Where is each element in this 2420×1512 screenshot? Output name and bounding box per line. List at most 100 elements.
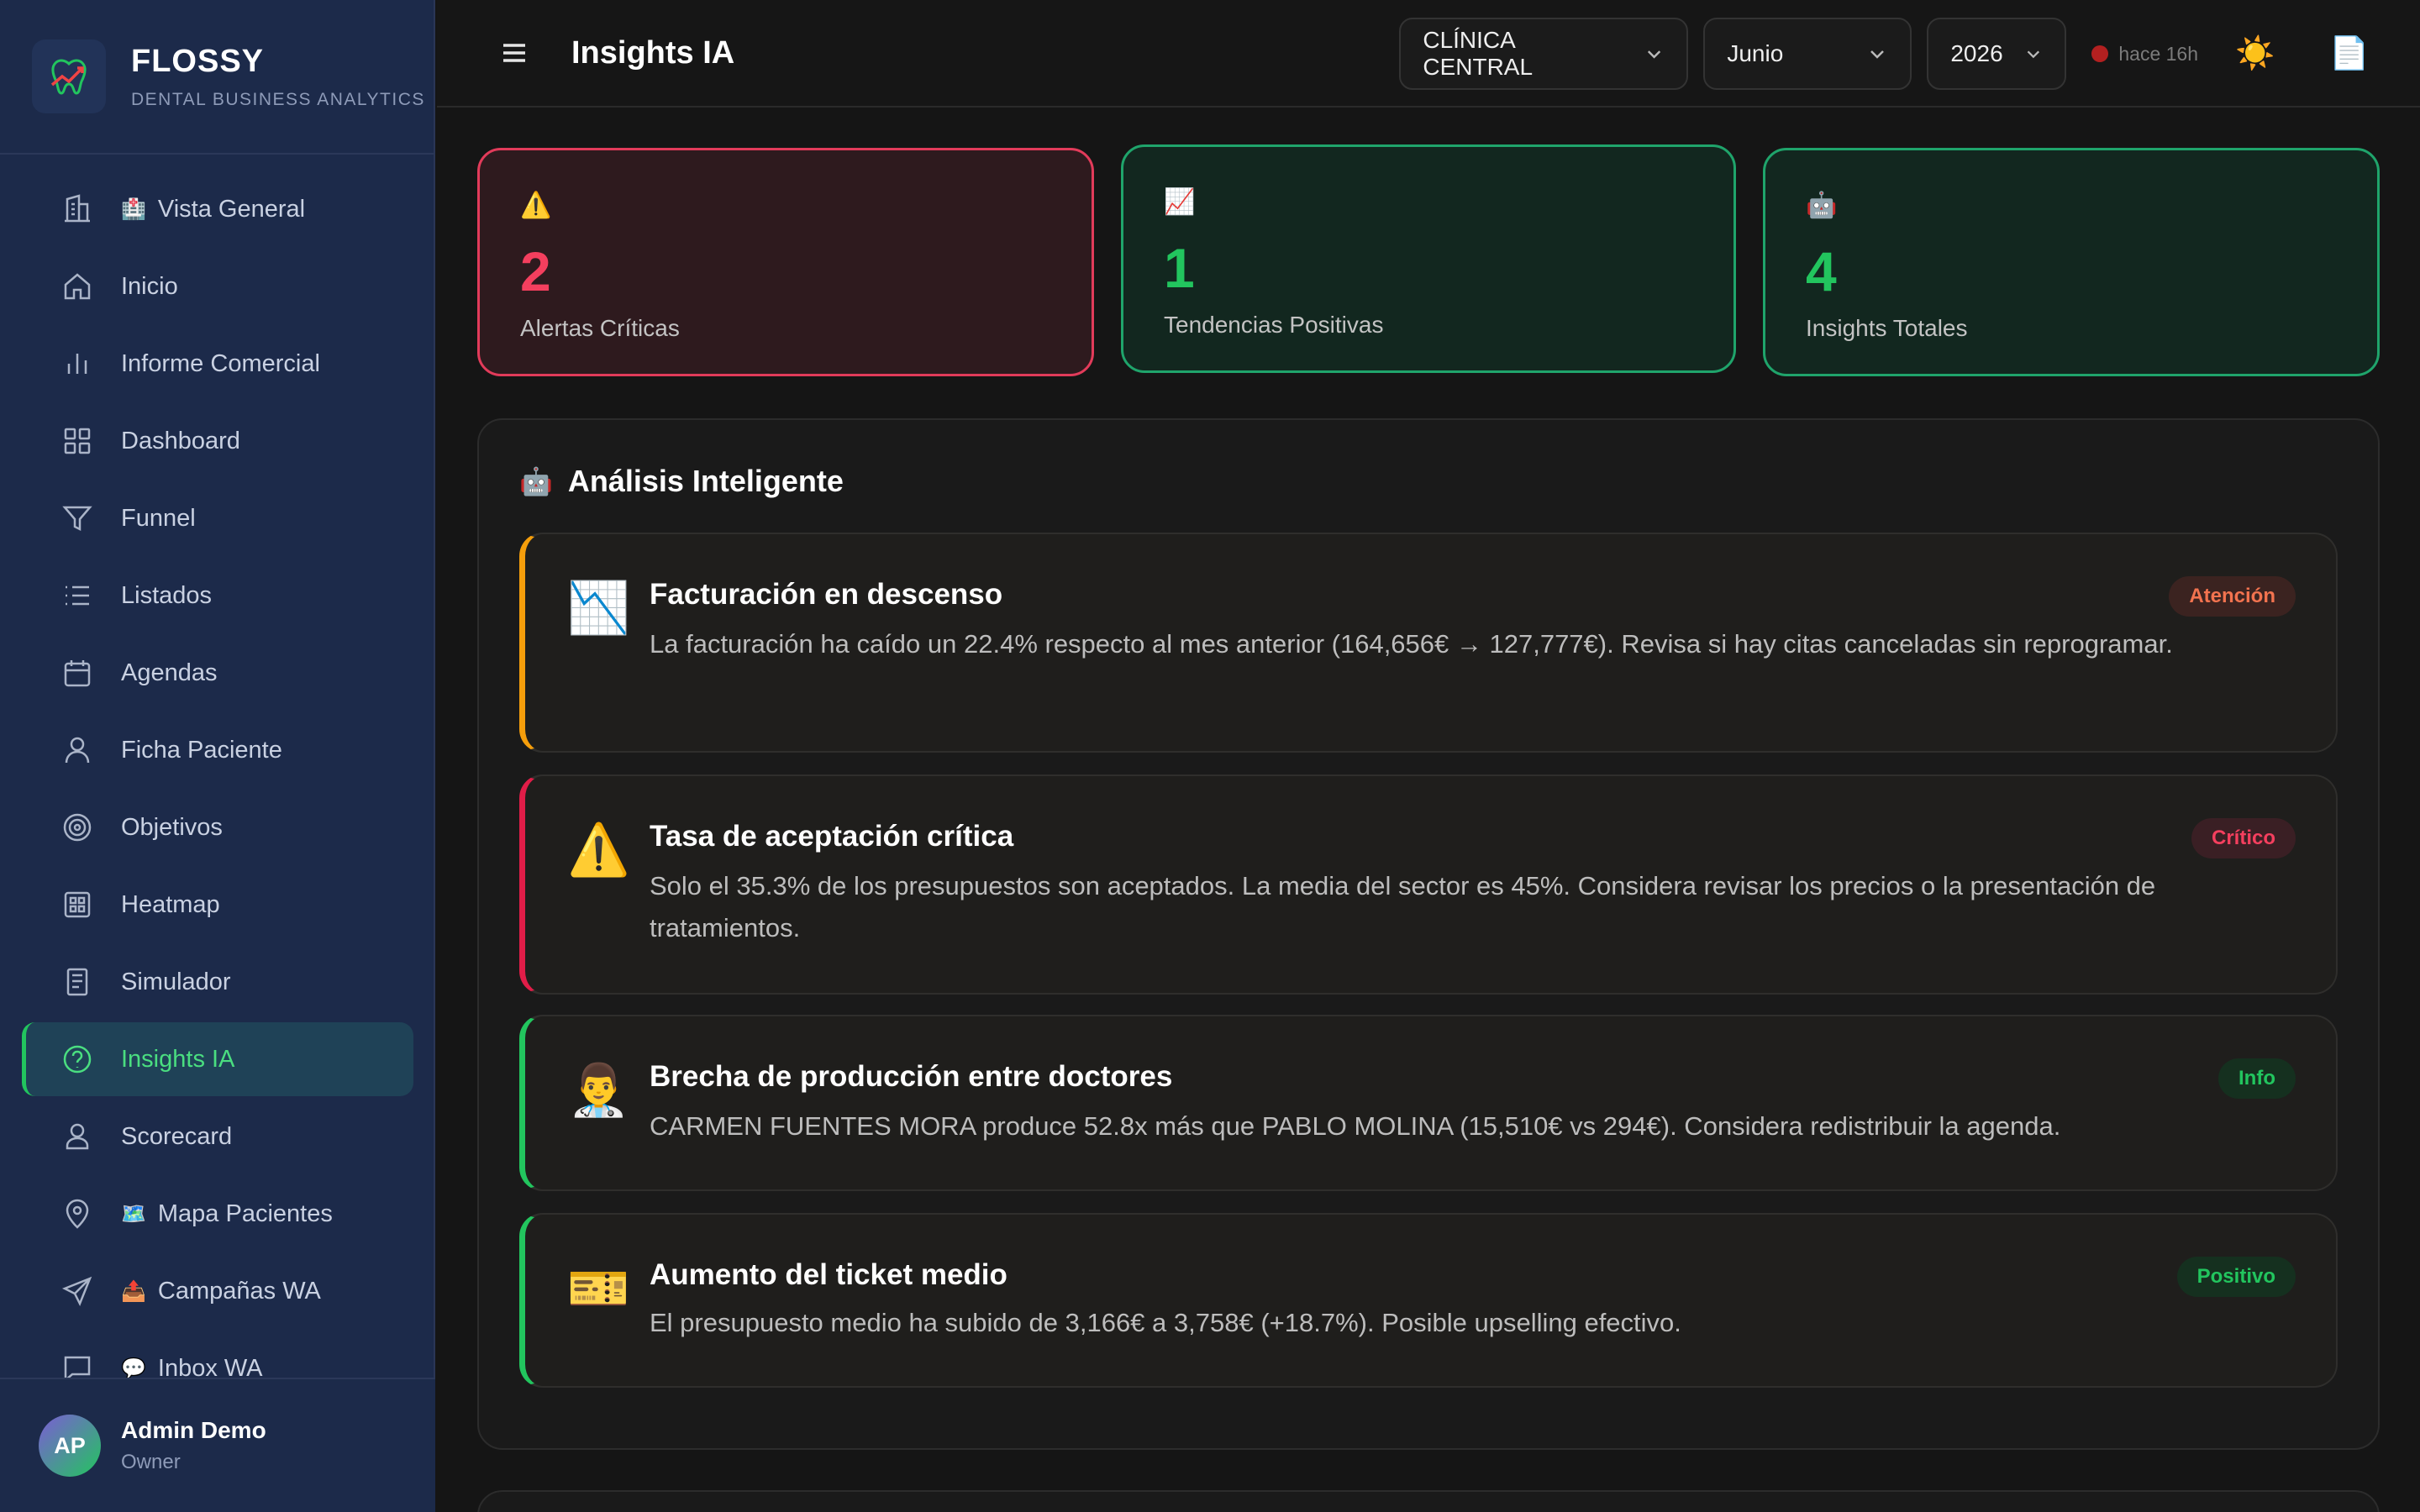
month-select[interactable]: Junio [1703,18,1912,90]
insight-card: 🎫 Aumento del ticket medio El presupuest… [519,1213,2338,1388]
hamburger-menu-icon[interactable] [499,38,529,68]
sidebar-item-insights-ia[interactable]: Insights IA [22,1022,413,1096]
next-panel [477,1490,2380,1512]
sidebar-item-label: Inbox WA [157,1354,263,1378]
message-icon [59,1350,96,1378]
warning-icon: ⚠️ [567,822,630,878]
page-title: Insights IA [571,34,735,71]
map-pin-icon [59,1195,96,1232]
bar-chart-icon [59,345,96,382]
stat-label: Tendencias Positivas [1164,312,1384,338]
year-select[interactable]: 2026 [1927,18,2067,90]
sidebar-item-label: Insights IA [121,1045,235,1073]
calendar-icon [59,654,96,691]
filter-icon [59,500,96,537]
sidebar-item-objetivos[interactable]: Objetivos [22,790,413,864]
sidebar-item-heatmap[interactable]: Heatmap [22,868,413,942]
sidebar-item-label: Agendas [121,659,218,686]
sidebar-item-inicio[interactable]: Inicio [22,249,413,323]
chevron-down-icon [2027,50,2039,59]
stat-card-critical-alerts: ⚠️ 2 Alertas Críticas [477,148,1094,376]
sidebar-item-label: Simulador [121,968,231,995]
sidebar-item-label: Vista General [157,195,306,223]
stat-label: Alertas Críticas [520,315,680,341]
brand: FLOSSY DENTAL BUSINESS ANALYTICS [0,0,434,155]
outbox-emoji: 📤 [121,1279,146,1303]
theme-toggle-sun-icon[interactable]: ☀️ [2222,20,2289,87]
sidebar-item-vista-general[interactable]: 🏥 Vista General [22,172,413,246]
status-badge: Atención [2169,576,2296,617]
insight-text: El presupuesto medio ha subido de 3,166€… [650,1308,1681,1337]
sidebar-item-label: Informe Comercial [121,349,320,377]
sidebar-item-funnel[interactable]: Funnel [22,481,413,555]
robot-icon: 🤖 [1806,192,1838,219]
sidebar-item-inbox-wa[interactable]: 💬 Inbox WA [22,1331,413,1378]
status-badge: Crítico [2191,818,2296,858]
insight-title: Aumento del ticket medio [650,1258,1007,1291]
building-icon [59,191,96,228]
status-badge: Positivo [2176,1257,2296,1297]
insight-text: Solo el 35.3% de los presupuestos son ac… [650,871,2156,942]
map-emoji: 🗺️ [121,1202,146,1226]
insight-card: ⚠️ Tasa de aceptación crítica Solo el 35… [519,774,2338,995]
brand-subtitle: DENTAL BUSINESS ANALYTICS [131,89,425,109]
avatar: AP [39,1415,101,1477]
sidebar-item-informe-comercial[interactable]: Informe Comercial [22,327,413,401]
sidebar-item-scorecard[interactable]: Scorecard [22,1100,413,1173]
insight-card: 📉 Facturación en descenso La facturación… [519,533,2338,753]
user-role: Owner [121,1451,181,1473]
insight-text: CARMEN FUENTES MORA produce 52.8x más qu… [650,1111,2061,1141]
sidebar-item-simulador[interactable]: Simulador [22,945,413,1019]
status-badge: Info [2218,1058,2296,1099]
stat-card-positive-trends: 📈 1 Tendencias Positivas [1121,144,1736,373]
sidebar-item-label: Inicio [121,272,178,300]
grid-icon [59,423,96,459]
sidebar-item-label: Ficha Paciente [121,736,282,764]
send-icon [59,1273,96,1310]
warning-icon: ⚠️ [520,192,552,219]
hospital-emoji: 🏥 [121,197,146,221]
ticket-icon: 🎫 [567,1260,630,1316]
insight-title: Brecha de producción entre doctores [650,1060,1173,1093]
user-icon [59,732,96,769]
stat-value: 2 [520,240,551,302]
chevron-down-icon [1648,50,1661,59]
export-document-icon[interactable]: 📄 [2316,20,2383,87]
sidebar-item-dashboard[interactable]: Dashboard [22,404,413,478]
month-select-value: Junio [1727,40,1784,66]
heatmap-icon [59,886,96,923]
sidebar-item-label: Objetivos [121,813,223,841]
brand-name: FLOSSY [131,43,265,79]
stat-value: 4 [1806,240,1837,302]
sidebar-item-agendas[interactable]: Agendas [22,636,413,710]
user-card-icon [59,1118,96,1155]
sidebar-item-label: Scorecard [121,1122,233,1150]
insight-title: Facturación en descenso [650,578,1003,611]
clinic-select-value: CLÍNICA CENTRAL [1423,27,1534,80]
sidebar: FLOSSY DENTAL BUSINESS ANALYTICS 🏥 Vista… [0,0,435,1512]
sidebar-item-ficha-paciente[interactable]: Ficha Paciente [22,713,413,787]
stat-card-total-insights: 🤖 4 Insights Totales [1763,148,2380,376]
tooth-logo-icon [32,39,106,113]
stat-value: 1 [1164,237,1195,299]
user-name: Admin Demo [121,1417,266,1443]
trending-up-icon: 📈 [1164,188,1196,216]
sidebar-item-label: Funnel [121,504,196,532]
sidebar-item-listados[interactable]: Listados [22,559,413,633]
stat-label: Insights Totales [1806,315,1968,341]
home-icon [59,268,96,305]
top-header: Insights IA CLÍNICA CENTRAL Junio 2026 h… [437,0,2420,108]
target-icon [59,809,96,846]
chart-decreasing-icon: 📉 [567,580,630,636]
sync-status: hace 16h [2091,43,2198,66]
year-select-value: 2026 [1950,40,2003,66]
panel-title-text: Análisis Inteligente [567,464,844,498]
user-profile[interactable]: AP Admin Demo Owner [0,1378,435,1512]
sidebar-item-mapa-pacientes[interactable]: 🗺️ Mapa Pacientes [22,1177,413,1251]
sidebar-item-campanas-wa[interactable]: 📤 Campañas WA [22,1254,413,1328]
smart-analysis-panel: 🤖 Análisis Inteligente 📉 Facturación en … [477,418,2380,1450]
sidebar-item-label: Listados [121,581,213,609]
clinic-select[interactable]: CLÍNICA CENTRAL [1399,18,1689,90]
help-circle-icon [59,1041,96,1078]
sidebar-nav: 🏥 Vista General Inicio Informe Comercial… [0,172,435,1378]
